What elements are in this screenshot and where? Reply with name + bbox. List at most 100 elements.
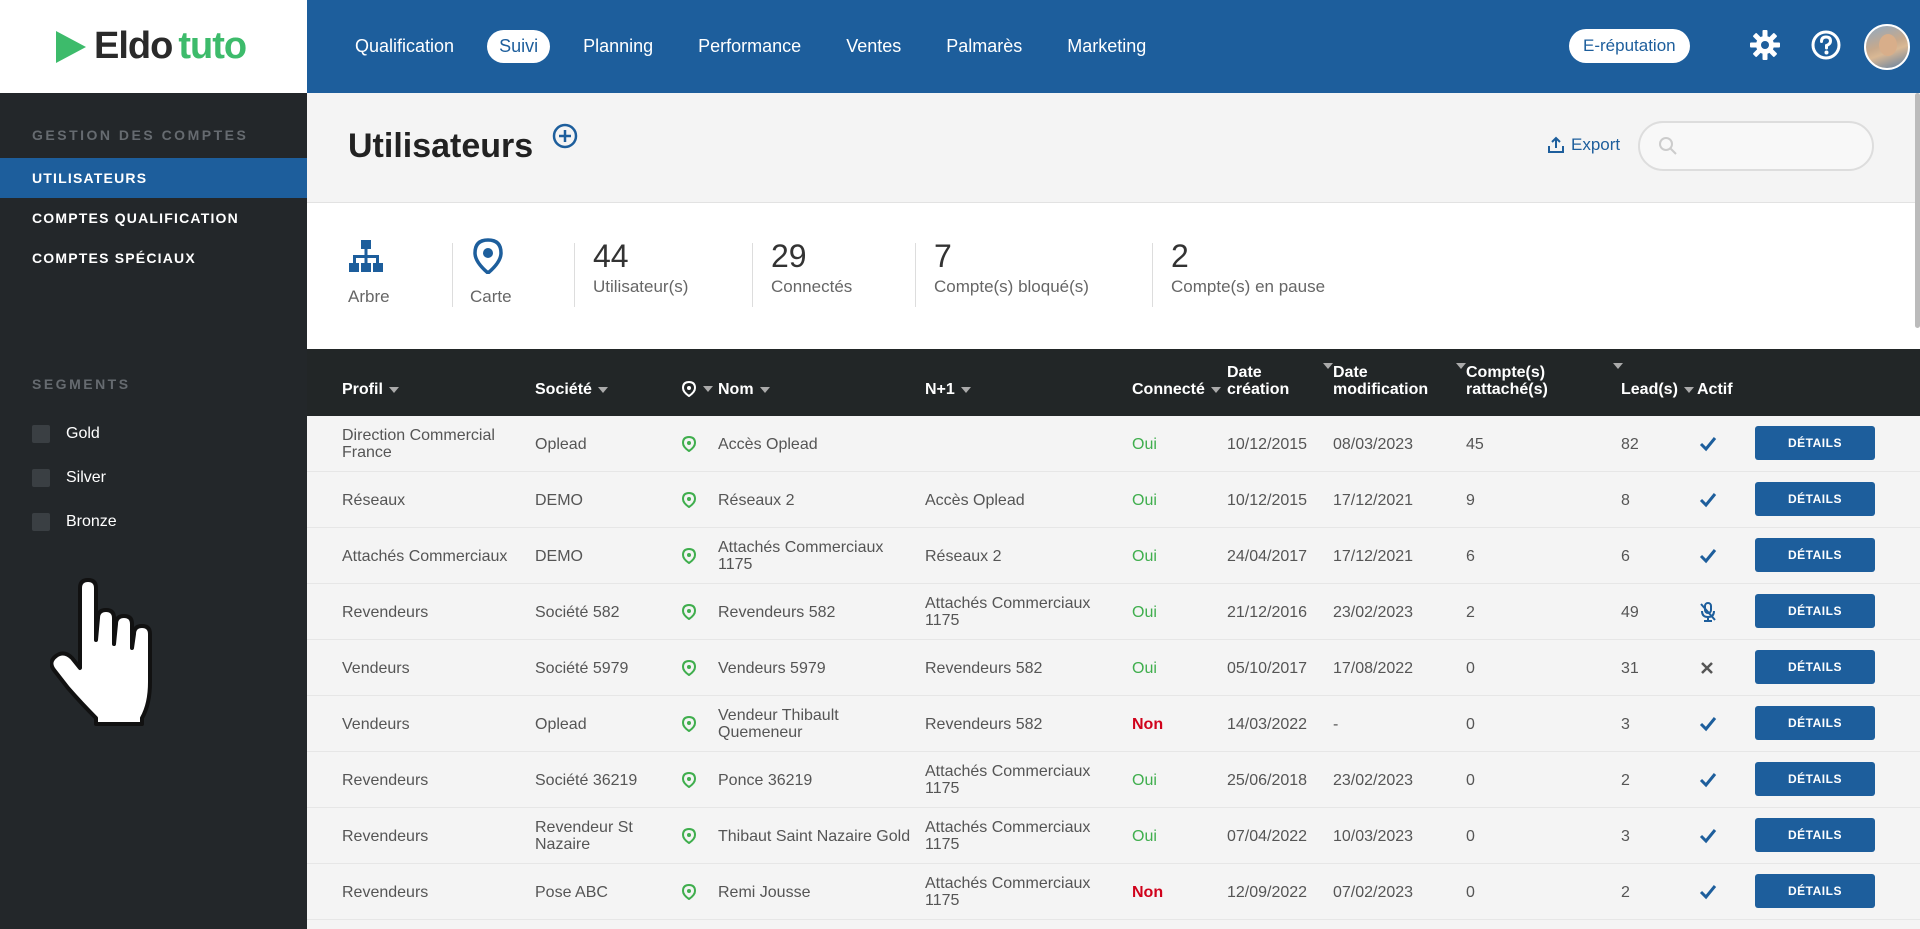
gear-icon[interactable] <box>1749 29 1781 61</box>
location-pin-icon[interactable] <box>681 584 697 640</box>
cell-profil: Direction Commercial France <box>342 427 495 461</box>
top-navbar: Qualification Suivi Planning Performance… <box>307 0 1920 93</box>
table-row[interactable]: Vendeurs Société 5979 Vendeurs 5979 Revende… <box>307 640 1920 696</box>
details-button[interactable]: DÉTAILS <box>1755 650 1875 684</box>
details-button[interactable]: DÉTAILS <box>1755 874 1875 908</box>
stat-divider <box>1152 243 1153 307</box>
details-button[interactable]: DÉTAILS <box>1755 538 1875 572</box>
stats-bar: Arbre Carte 44 Utilisateur(s) 29 Connect… <box>307 203 1920 349</box>
cell-nom: Réseaux 2 <box>718 491 795 509</box>
help-icon[interactable] <box>1810 29 1842 61</box>
col-actif[interactable]: Actif <box>1697 381 1733 398</box>
col-date-modification[interactable]: Date modification <box>1333 364 1428 398</box>
nav-suivi[interactable]: Suivi <box>487 30 551 63</box>
cell-comptes: 0 <box>1466 827 1475 845</box>
details-button[interactable]: DÉTAILS <box>1755 706 1875 740</box>
ereputation-button[interactable]: E-réputation <box>1569 29 1690 63</box>
scrollbar[interactable] <box>1915 93 1920 328</box>
logo[interactable]: Eldo tuto <box>0 0 307 93</box>
cell-n1: Revendeurs 582 <box>925 659 1043 677</box>
main-nav: Qualification Suivi Planning Performance… <box>307 30 1191 63</box>
avatar[interactable] <box>1864 24 1910 70</box>
col-nom[interactable]: Nom <box>718 381 770 398</box>
details-button[interactable]: DÉTAILS <box>1755 762 1875 796</box>
col-localisation[interactable] <box>681 381 713 397</box>
segment-silver[interactable]: Silver <box>0 456 307 500</box>
arbre-view[interactable]: Arbre <box>348 238 390 307</box>
segment-checkbox[interactable] <box>32 425 50 443</box>
table-row[interactable]: Réseaux DEMO Réseaux 2 Accès Oplead Oui 10/12… <box>307 472 1920 528</box>
details-button[interactable]: DÉTAILS <box>1755 426 1875 460</box>
cell-date-creation: 25/06/2018 <box>1227 771 1308 789</box>
col-date-creation[interactable]: Date création <box>1227 364 1289 398</box>
table-row[interactable]: Revendeurs Société 36219 Ponce 36219 Attach… <box>307 752 1920 808</box>
location-pin-icon[interactable] <box>681 416 697 472</box>
location-pin-icon[interactable] <box>681 864 697 920</box>
sidebar-item-comptes-qualification[interactable]: COMPTES QUALIFICATION <box>0 198 307 238</box>
sidebar-item-utilisateurs[interactable]: UTILISATEURS <box>0 158 307 198</box>
cell-connecte: Oui <box>1132 827 1157 845</box>
col-leads[interactable]: Lead(s) <box>1621 381 1694 398</box>
details-button[interactable]: DÉTAILS <box>1755 594 1875 628</box>
details-button[interactable]: DÉTAILS <box>1755 818 1875 852</box>
nav-marketing[interactable]: Marketing <box>1067 36 1146 57</box>
col-comptes-rattaches[interactable]: Compte(s) rattaché(s) <box>1466 364 1548 398</box>
cell-date-creation: 21/12/2016 <box>1227 603 1308 621</box>
location-pin-icon[interactable] <box>681 696 697 752</box>
col-societe[interactable]: Société <box>535 381 608 398</box>
search-input[interactable] <box>1686 137 1866 155</box>
table-row[interactable]: Revendeurs Pose ABC Remi Jousse Attachés Co… <box>307 864 1920 920</box>
map-pin-icon <box>681 381 697 397</box>
stat-divider <box>915 243 916 307</box>
caret-date-creation[interactable] <box>1323 363 1333 369</box>
check-icon <box>1699 808 1717 864</box>
cell-date-creation: 05/10/2017 <box>1227 659 1308 677</box>
table-row[interactable]: Revendeurs Revendeur St Nazaire Thibaut Sa… <box>307 808 1920 864</box>
table-row[interactable]: Vendeurs Oplead Vendeur Thibault Quemeneur… <box>307 696 1920 752</box>
check-icon <box>1699 416 1717 472</box>
caret-date-modification[interactable] <box>1456 363 1466 369</box>
cell-societe: Pose ABC <box>535 883 608 901</box>
location-pin-icon[interactable] <box>681 472 697 528</box>
sidebar-item-comptes-speciaux[interactable]: COMPTES SPÉCIAUX <box>0 238 307 278</box>
segment-bronze[interactable]: Bronze <box>0 500 307 544</box>
details-button[interactable]: DÉTAILS <box>1755 482 1875 516</box>
stat-divider <box>452 243 453 307</box>
carte-label: Carte <box>470 287 512 306</box>
search-box[interactable] <box>1638 121 1874 171</box>
cell-nom: Attachés Commerciaux 1175 <box>718 539 884 573</box>
cell-societe: Oplead <box>535 715 587 733</box>
table-row[interactable]: Revendeurs Société 582 Revendeurs 582 Attac… <box>307 584 1920 640</box>
caret-comptes[interactable] <box>1613 363 1623 369</box>
location-pin-icon[interactable] <box>681 808 697 864</box>
col-connecte[interactable]: Connecté <box>1132 381 1221 398</box>
hand-pointer-icon <box>50 578 152 726</box>
add-circle-icon[interactable] <box>552 123 578 149</box>
cell-comptes: 0 <box>1466 771 1475 789</box>
carte-view[interactable]: Carte <box>470 238 512 307</box>
segment-gold[interactable]: Gold <box>0 412 307 456</box>
segment-checkbox[interactable] <box>32 469 50 487</box>
cell-nom: Thibaut Saint Nazaire Gold <box>718 827 911 845</box>
export-button[interactable]: Export <box>1547 135 1620 155</box>
nav-qualification[interactable]: Qualification <box>355 36 454 57</box>
nav-performance[interactable]: Performance <box>698 36 801 57</box>
table-row[interactable]: Attachés Commerciaux DEMO Attachés Commerc… <box>307 528 1920 584</box>
search-icon <box>1659 137 1677 155</box>
cell-comptes: 0 <box>1466 883 1475 901</box>
location-pin-icon[interactable] <box>681 528 697 584</box>
nav-planning[interactable]: Planning <box>583 36 653 57</box>
play-logo-icon <box>56 30 86 63</box>
nav-ventes[interactable]: Ventes <box>846 36 901 57</box>
cell-n1: Accès Oplead <box>925 491 1025 509</box>
nav-palmares[interactable]: Palmarès <box>946 36 1022 57</box>
stat-connected-label: Connectés <box>771 277 853 296</box>
cell-societe: Société 5979 <box>535 659 629 677</box>
cell-n1: Attachés Commerciaux 1175 <box>925 763 1091 797</box>
segment-checkbox[interactable] <box>32 513 50 531</box>
col-profil[interactable]: Profil <box>342 381 399 398</box>
table-row[interactable]: Direction Commercial France Oplead Accès O… <box>307 416 1920 472</box>
location-pin-icon[interactable] <box>681 752 697 808</box>
col-n1[interactable]: N+1 <box>925 381 971 398</box>
location-pin-icon[interactable] <box>681 640 697 696</box>
